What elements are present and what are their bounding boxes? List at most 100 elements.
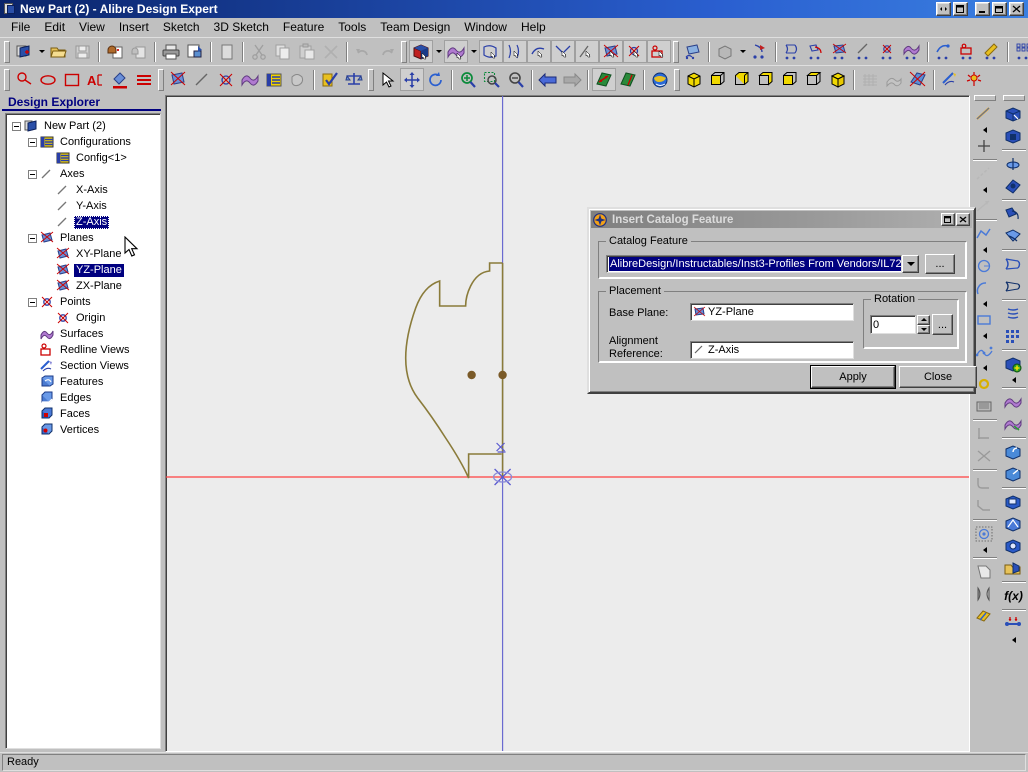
tree-node-yz-plane[interactable]: YZ-Plane [6,262,160,278]
tree-node-x-axis[interactable]: X-Axis [6,182,160,198]
menu-help[interactable]: Help [514,18,553,36]
pattern-icon[interactable] [1001,325,1027,347]
sketch-mode-icon[interactable] [681,40,705,63]
alignment-reference-input[interactable]: Z-Axis [690,341,854,359]
extrude-dropdown-arrow[interactable] [737,40,748,63]
section-icon[interactable] [938,68,962,91]
point-feature-icon[interactable] [876,40,900,63]
zoom-in-icon[interactable] [456,68,480,91]
view-right-icon[interactable] [778,68,802,91]
surface-icon[interactable] [1001,391,1027,413]
rotation-spinner-down[interactable] [917,325,930,335]
menu-feature[interactable]: Feature [276,18,331,36]
sketch-figure-icon[interactable] [12,68,36,91]
plane-feature-icon[interactable] [828,40,852,63]
view-bottom-icon[interactable] [826,68,850,91]
tree-node-config-1[interactable]: Config<1> [6,150,160,166]
save-icon[interactable] [71,40,95,63]
design-check-icon[interactable] [318,68,342,91]
select-surface-icon[interactable] [444,40,468,63]
rotation-browse-button[interactable]: ... [932,314,953,335]
properties-icon[interactable] [215,40,239,63]
select-part-dropdown-arrow[interactable] [433,40,444,63]
restore-down-small-button[interactable] [936,2,951,16]
menu-window[interactable]: Window [457,18,514,36]
close-button[interactable] [1009,2,1024,16]
sketch-ref-line-icon[interactable] [972,163,998,185]
view-front-icon[interactable] [706,68,730,91]
tree-node-edges[interactable]: Edges [6,390,160,406]
3d-sketch-icon[interactable] [932,40,956,63]
material-icon[interactable] [1001,557,1027,579]
undo-icon[interactable] [351,40,375,63]
new-part-dropdown-arrow[interactable] [36,40,47,63]
surface-feature-icon[interactable] [900,40,924,63]
tree-node-faces[interactable]: Faces [6,406,160,422]
menu-edit[interactable]: Edit [37,18,72,36]
view-top-icon[interactable] [802,68,826,91]
chamfer-icon[interactable] [1001,463,1027,485]
graphics-view[interactable] [165,95,970,752]
select-plane-icon[interactable] [599,40,623,63]
zoom-window-icon[interactable] [480,68,504,91]
constraint-perpendicular-icon[interactable] [972,423,998,445]
menu-file[interactable]: File [4,18,37,36]
bone-constraint-icon[interactable] [1001,613,1027,635]
tree-node-features[interactable]: Features [6,374,160,390]
revolve-boss-icon[interactable] [748,40,772,63]
print-preview-icon[interactable] [183,40,207,63]
rotation-input[interactable]: 0 [870,315,916,334]
previous-view-icon[interactable] [536,68,560,91]
rectangle-icon[interactable] [60,68,84,91]
toolbar-overflow-arrow[interactable] [972,185,998,195]
tree-node-surfaces[interactable]: Surfaces [6,326,160,342]
axis-feature-icon[interactable] [852,40,876,63]
tree-node-origin[interactable]: Origin [6,310,160,326]
surface-trim-icon[interactable] [1001,413,1027,435]
tree-node-new-part-2[interactable]: New Part (2) [6,118,160,134]
tree-expander-collapse[interactable] [28,234,37,243]
open-icon[interactable] [47,40,71,63]
normal-to-icon[interactable] [592,68,616,91]
hole-icon[interactable] [1001,535,1027,557]
offset-icon[interactable] [972,561,998,583]
toolbar-overflow-arrow[interactable] [1001,635,1027,645]
sweep-cut-icon[interactable] [1001,225,1027,247]
catalog-feature-browse-button[interactable]: ... [925,254,955,274]
tree-node-section-views[interactable]: Section Views [6,358,160,374]
show-points-icon[interactable] [214,68,238,91]
sketch-point-icon[interactable] [972,135,998,157]
tree-expander-collapse[interactable] [28,170,37,179]
dialog-titlebar[interactable]: Insert Catalog Feature [591,211,972,228]
rotate-icon[interactable] [424,68,448,91]
render-icon[interactable] [648,68,672,91]
tree-expander-collapse[interactable] [28,138,37,147]
menu-view[interactable]: View [72,18,112,36]
highlight-icon[interactable] [980,40,1004,63]
revolve-boss-icon[interactable] [1001,153,1027,175]
fillet-icon[interactable] [1001,441,1027,463]
tree-node-vertices[interactable]: Vertices [6,422,160,438]
hidden-line-icon[interactable] [882,68,906,91]
toolbar-grip[interactable] [974,95,996,101]
constraint-intersect-icon[interactable] [972,445,998,467]
toolbar-overflow-arrow[interactable] [1001,375,1027,385]
tree-node-points[interactable]: Points [6,294,160,310]
insert-catalog-feature-icon[interactable] [1001,353,1027,375]
linestyle-icon[interactable] [132,68,156,91]
equation-icon[interactable]: f(x) [1001,585,1027,607]
sketch-figure-lib-icon[interactable] [972,395,998,417]
toolbar-grip[interactable] [1003,95,1025,101]
redo-icon[interactable] [375,40,399,63]
dialog-restore-button[interactable] [941,213,955,226]
sketch-line-icon[interactable] [972,103,998,125]
shaded-icon[interactable] [906,68,930,91]
fill-icon[interactable] [108,68,132,91]
redline-icon[interactable] [956,40,980,63]
next-view-icon[interactable] [560,68,584,91]
tree-node-redline-views[interactable]: Redline Views [6,342,160,358]
catalog-feature-input[interactable]: AlibreDesign/Instructables/Inst3-Profile… [606,255,902,273]
select-point-icon[interactable] [623,40,647,63]
check-out-icon[interactable] [127,40,151,63]
constraint-concentric-icon[interactable] [972,523,998,545]
